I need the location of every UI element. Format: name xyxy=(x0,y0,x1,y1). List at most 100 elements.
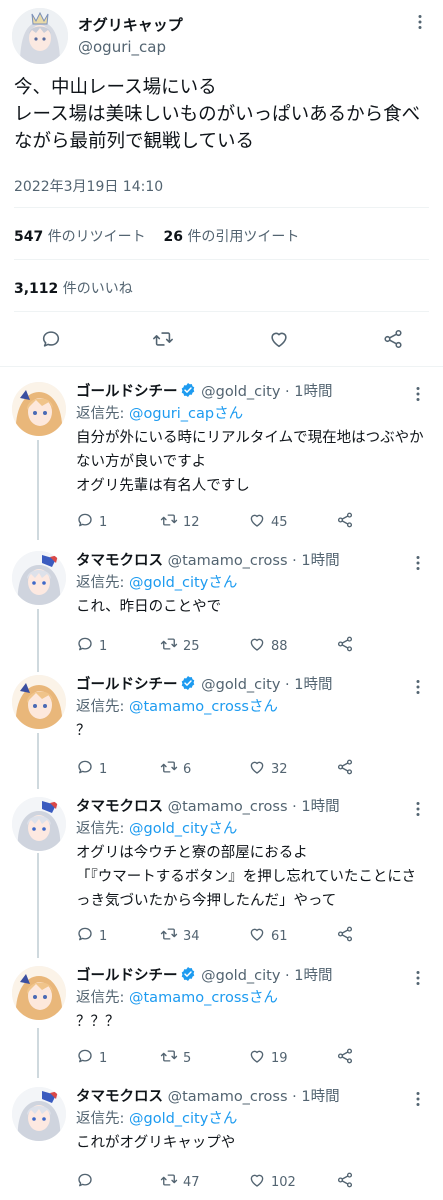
replying-to: 返信先: @tamamo_crossさん xyxy=(76,986,278,1007)
reply-button[interactable] xyxy=(76,1172,99,1192)
heart-icon xyxy=(248,511,266,533)
handle[interactable]: @tamamo_cross xyxy=(168,1089,288,1105)
mention-link[interactable]: @gold_cityさん xyxy=(129,575,237,591)
mention-link[interactable]: @gold_cityさん xyxy=(129,1111,237,1127)
avatar[interactable] xyxy=(12,551,66,605)
handle[interactable]: @gold_city xyxy=(201,677,280,693)
reply-button[interactable]: 1 xyxy=(76,926,107,946)
replying-label: 返信先: xyxy=(76,699,129,715)
share-button[interactable] xyxy=(336,1048,354,1068)
retweet-button[interactable]: 47 xyxy=(160,1172,200,1192)
more-icon[interactable] xyxy=(410,970,426,990)
share-icon xyxy=(336,925,354,947)
more-icon[interactable] xyxy=(410,1091,426,1111)
more-icon[interactable] xyxy=(410,386,426,406)
retweet-icon[interactable] xyxy=(152,328,174,350)
heart-icon[interactable] xyxy=(268,328,290,350)
more-icon[interactable] xyxy=(412,14,428,34)
retweet-icon xyxy=(160,1047,178,1069)
like-button[interactable]: 19 xyxy=(248,1048,288,1068)
mention-link[interactable]: @oguri_capさん xyxy=(129,406,243,422)
more-icon[interactable] xyxy=(410,555,426,575)
more-icon[interactable] xyxy=(410,801,426,821)
display-name[interactable]: タマモクロス xyxy=(76,799,163,815)
reply-button[interactable]: 1 xyxy=(76,512,107,532)
display-name[interactable]: ゴールドシチー xyxy=(76,968,178,984)
display-name[interactable]: ゴールドシチー xyxy=(76,677,178,693)
like-button[interactable]: 102 xyxy=(248,1172,296,1192)
avatar[interactable] xyxy=(12,1087,66,1141)
avatar[interactable] xyxy=(12,797,66,851)
like-count: 19 xyxy=(271,1050,288,1066)
retweet-button[interactable]: 5 xyxy=(160,1048,191,1068)
like-button[interactable]: 32 xyxy=(248,759,288,779)
handle[interactable]: @gold_city xyxy=(201,384,280,400)
reply-button[interactable]: 1 xyxy=(76,636,107,656)
share-button[interactable] xyxy=(336,759,354,779)
avatar[interactable] xyxy=(12,675,66,729)
reply-count: 1 xyxy=(99,1050,108,1066)
retweet-icon xyxy=(160,1171,178,1193)
share-icon xyxy=(336,635,354,657)
retweet-icon xyxy=(160,635,178,657)
handle[interactable]: @tamamo_cross xyxy=(168,799,288,815)
reply-icon xyxy=(76,511,94,533)
timestamp[interactable]: 2022年3月19日 14:10 xyxy=(14,176,163,196)
reply-button[interactable]: 1 xyxy=(76,759,107,779)
avatar[interactable] xyxy=(12,966,66,1020)
retweet-icon xyxy=(160,758,178,780)
like-count: 45 xyxy=(271,514,288,530)
replying-to: 返信先: @gold_cityさん xyxy=(76,571,237,592)
more-icon[interactable] xyxy=(410,679,426,699)
handle[interactable]: @tamamo_cross xyxy=(168,553,288,569)
like-count: 88 xyxy=(271,638,288,654)
verified-badge-icon xyxy=(181,676,194,690)
relative-time[interactable]: · 1時間 xyxy=(292,553,339,569)
relative-time[interactable]: · 1時間 xyxy=(292,1089,339,1105)
share-icon xyxy=(336,1171,354,1193)
like-button[interactable]: 61 xyxy=(248,926,288,946)
retweet-button[interactable]: 34 xyxy=(160,926,200,946)
display-name[interactable]: オグリキャップ xyxy=(78,14,183,35)
action-bar: 1 5 19 xyxy=(76,1048,376,1068)
reply-header: タマモクロス @tamamo_cross · 1時間 xyxy=(76,795,340,816)
avatar[interactable] xyxy=(12,8,68,64)
retweet-button[interactable]: 6 xyxy=(160,759,191,779)
retweet-button[interactable]: 12 xyxy=(160,512,200,532)
thread-line xyxy=(37,733,39,789)
mention-link[interactable]: @gold_cityさん xyxy=(129,821,237,837)
share-button[interactable] xyxy=(336,926,354,946)
share-button[interactable] xyxy=(336,1172,354,1192)
action-bar: 1 25 88 xyxy=(76,636,376,656)
share-icon[interactable] xyxy=(382,328,404,350)
retweet-stat[interactable]: 547 件のリツイート xyxy=(14,229,146,245)
relative-time[interactable]: · 1時間 xyxy=(285,384,332,400)
like-button[interactable]: 45 xyxy=(248,512,288,532)
reply-icon xyxy=(76,1047,94,1069)
avatar[interactable] xyxy=(12,382,66,436)
relative-time[interactable]: · 1時間 xyxy=(285,968,332,984)
thread-line xyxy=(37,853,39,958)
share-button[interactable] xyxy=(336,512,354,532)
relative-time[interactable]: · 1時間 xyxy=(285,677,332,693)
reply-header: ゴールドシチー @gold_city · 1時間 xyxy=(76,964,333,985)
like-button[interactable]: 88 xyxy=(248,636,288,656)
retweet-button[interactable]: 25 xyxy=(160,636,200,656)
mention-link[interactable]: @tamamo_crossさん xyxy=(129,990,278,1006)
relative-time[interactable]: · 1時間 xyxy=(292,799,339,815)
reply-icon[interactable] xyxy=(40,328,62,350)
action-bar: 1 12 45 xyxy=(76,512,376,532)
reply-icon xyxy=(76,758,94,780)
quote-stat[interactable]: 26 件の引用ツイート xyxy=(164,229,300,245)
like-stat[interactable]: 3,112 件のいいね xyxy=(14,278,133,298)
retweet-icon xyxy=(160,511,178,533)
mention-link[interactable]: @tamamo_crossさん xyxy=(129,699,278,715)
display-name[interactable]: ゴールドシチー xyxy=(76,384,178,400)
handle[interactable]: @gold_city xyxy=(201,968,280,984)
display-name[interactable]: タマモクロス xyxy=(76,1089,163,1105)
handle[interactable]: @oguri_cap xyxy=(78,38,166,56)
display-name[interactable]: タマモクロス xyxy=(76,553,163,569)
reply-button[interactable]: 1 xyxy=(76,1048,107,1068)
share-button[interactable] xyxy=(336,636,354,656)
replying-label: 返信先: xyxy=(76,575,129,591)
